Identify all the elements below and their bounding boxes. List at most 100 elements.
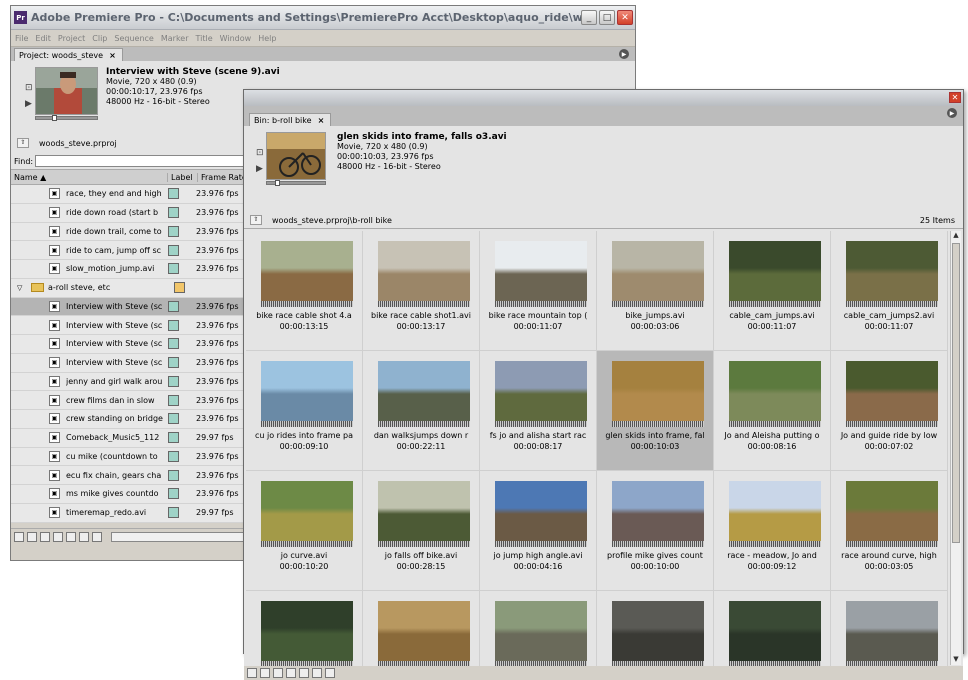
clip-tile[interactable]: jo falls off bike.avi 00:00:28:15: [363, 471, 480, 591]
menu-file[interactable]: File: [15, 34, 28, 43]
label-color-swatch[interactable]: [168, 357, 179, 369]
find-icon[interactable]: [286, 668, 296, 678]
label-color-swatch[interactable]: [168, 207, 179, 219]
find-icon[interactable]: [53, 531, 63, 542]
menu-clip[interactable]: Clip: [92, 34, 107, 43]
play-icon[interactable]: ▶: [256, 164, 263, 174]
label-color-swatch[interactable]: [168, 450, 179, 462]
column-frame-rate[interactable]: Frame Rate: [197, 172, 247, 182]
clip-tile[interactable]: cu jo rides into frame pa 00:00:09:10: [246, 351, 363, 471]
automate-icon[interactable]: [40, 531, 50, 542]
clip-tile[interactable]: bike race mountain top (00:00:11:07: [480, 231, 597, 351]
label-color-swatch[interactable]: [174, 282, 185, 294]
label-color-swatch[interactable]: [168, 319, 179, 331]
clip-icon: ▣: [49, 207, 60, 219]
clip-tile[interactable]: bike race cable shot1.avi 00:00:13:17: [363, 231, 480, 351]
menu-title[interactable]: Title: [196, 34, 213, 43]
panel-menu-icon[interactable]: ▶: [947, 108, 957, 118]
tab-close-icon[interactable]: ×: [318, 116, 325, 125]
label-color-swatch[interactable]: [168, 300, 179, 312]
panel-menu-icon[interactable]: ▶: [619, 49, 629, 59]
label-color-swatch[interactable]: [168, 432, 179, 444]
label-color-swatch[interactable]: [168, 244, 179, 256]
new-bin-icon[interactable]: [299, 668, 309, 678]
label-color-swatch[interactable]: [168, 188, 179, 200]
menu-sequence[interactable]: Sequence: [114, 34, 153, 43]
bin-up-icon[interactable]: ⇧: [250, 215, 262, 225]
audio-waveform: [612, 421, 704, 427]
poster-frame-icon[interactable]: ⊡: [25, 83, 33, 93]
label-color-swatch[interactable]: [168, 469, 179, 481]
clip-tile[interactable]: [714, 591, 831, 666]
clip-tile[interactable]: [363, 591, 480, 666]
tab-close-icon[interactable]: ×: [109, 51, 116, 60]
icon-view-icon[interactable]: [27, 531, 37, 542]
label-color-swatch[interactable]: [168, 507, 179, 519]
label-color-swatch[interactable]: [168, 488, 179, 500]
scroll-thumb[interactable]: [952, 243, 960, 543]
expand-twisty-icon[interactable]: ▽: [17, 284, 27, 292]
menu-project[interactable]: Project: [58, 34, 85, 43]
clip-tile[interactable]: [597, 591, 714, 666]
scroll-up-icon[interactable]: ▲: [951, 231, 961, 241]
bin-up-icon[interactable]: ⇧: [17, 138, 29, 148]
label-color-swatch[interactable]: [168, 375, 179, 387]
clip-tile[interactable]: profile mike gives count 00:00:10:00: [597, 471, 714, 591]
clip-tile[interactable]: [480, 591, 597, 666]
close-button[interactable]: ✕: [617, 10, 633, 25]
play-icon[interactable]: ▶: [25, 99, 32, 109]
menu-marker[interactable]: Marker: [161, 34, 189, 43]
trash-icon[interactable]: [92, 531, 102, 542]
clip-tile[interactable]: dan walksjumps down r 00:00:22:11: [363, 351, 480, 471]
clip-tile[interactable]: cable_cam_jumps2.avi 00:00:11:07: [831, 231, 948, 351]
tab-project[interactable]: Project: woods_steve ×: [14, 48, 123, 61]
clip-tile[interactable]: bike race cable shot 4.a 00:00:13:15: [246, 231, 363, 351]
list-view-icon[interactable]: [14, 531, 24, 542]
clip-tile[interactable]: [831, 591, 948, 666]
bin-preview-scrubber[interactable]: [266, 180, 326, 186]
automate-icon[interactable]: [273, 668, 283, 678]
clip-icon: ▣: [49, 450, 60, 462]
clip-tile[interactable]: bike_jumps.avi 00:00:03:06: [597, 231, 714, 351]
clip-tile[interactable]: race - meadow, Jo and 00:00:09:12: [714, 471, 831, 591]
scrubber-knob[interactable]: [52, 115, 57, 121]
clip-tile[interactable]: glen skids into frame, fal 00:00:10:03: [597, 351, 714, 471]
clip-tile-name: cable_cam_jumps2.avi: [843, 311, 935, 320]
clip-tile[interactable]: race around curve, high 00:00:03:05: [831, 471, 948, 591]
preview-scrubber[interactable]: [35, 115, 98, 121]
clip-tile[interactable]: jo jump high angle.avi 00:00:04:16: [480, 471, 597, 591]
clip-tile[interactable]: fs jo and alisha start rac 00:00:08:17: [480, 351, 597, 471]
label-color-swatch[interactable]: [168, 263, 179, 275]
label-color-swatch[interactable]: [168, 338, 179, 350]
clip-tile[interactable]: jo curve.avi 00:00:10:20: [246, 471, 363, 591]
column-label[interactable]: Label: [167, 172, 197, 182]
find-input[interactable]: [35, 155, 276, 167]
label-color-swatch[interactable]: [168, 225, 179, 237]
new-item-icon[interactable]: [79, 531, 89, 542]
maximize-button[interactable]: □: [599, 10, 615, 25]
vertical-scrollbar[interactable]: ▲ ▼: [950, 231, 961, 665]
menu-window[interactable]: Window: [220, 34, 252, 43]
trash-icon[interactable]: [325, 668, 335, 678]
clip-tile[interactable]: [246, 591, 363, 666]
scrubber-knob[interactable]: [275, 180, 280, 186]
clip-tile[interactable]: Jo and Aleisha putting o 00:00:08:16: [714, 351, 831, 471]
bin-close-button[interactable]: ✕: [949, 92, 961, 103]
poster-frame-icon[interactable]: ⊡: [256, 148, 264, 158]
menu-help[interactable]: Help: [258, 34, 276, 43]
column-name[interactable]: Name ▲: [11, 173, 167, 182]
scroll-down-icon[interactable]: ▼: [951, 655, 961, 665]
icon-view-icon[interactable]: [260, 668, 270, 678]
minimize-button[interactable]: _: [581, 10, 597, 25]
label-color-swatch[interactable]: [168, 413, 179, 425]
clip-tile[interactable]: Jo and guide ride by low 00:00:07:02: [831, 351, 948, 471]
label-color-swatch[interactable]: [168, 394, 179, 406]
menu-edit[interactable]: Edit: [35, 34, 51, 43]
clip-tile-name: jo jump high angle.avi: [493, 551, 583, 560]
preview-line1: Movie, 720 x 480 (0.9): [106, 77, 197, 86]
new-item-icon[interactable]: [312, 668, 322, 678]
tab-bin[interactable]: Bin: b-roll bike ×: [249, 113, 332, 126]
new-bin-icon[interactable]: [66, 531, 76, 542]
list-view-icon[interactable]: [247, 668, 257, 678]
clip-tile[interactable]: cable_cam_jumps.avi 00:00:11:07: [714, 231, 831, 351]
